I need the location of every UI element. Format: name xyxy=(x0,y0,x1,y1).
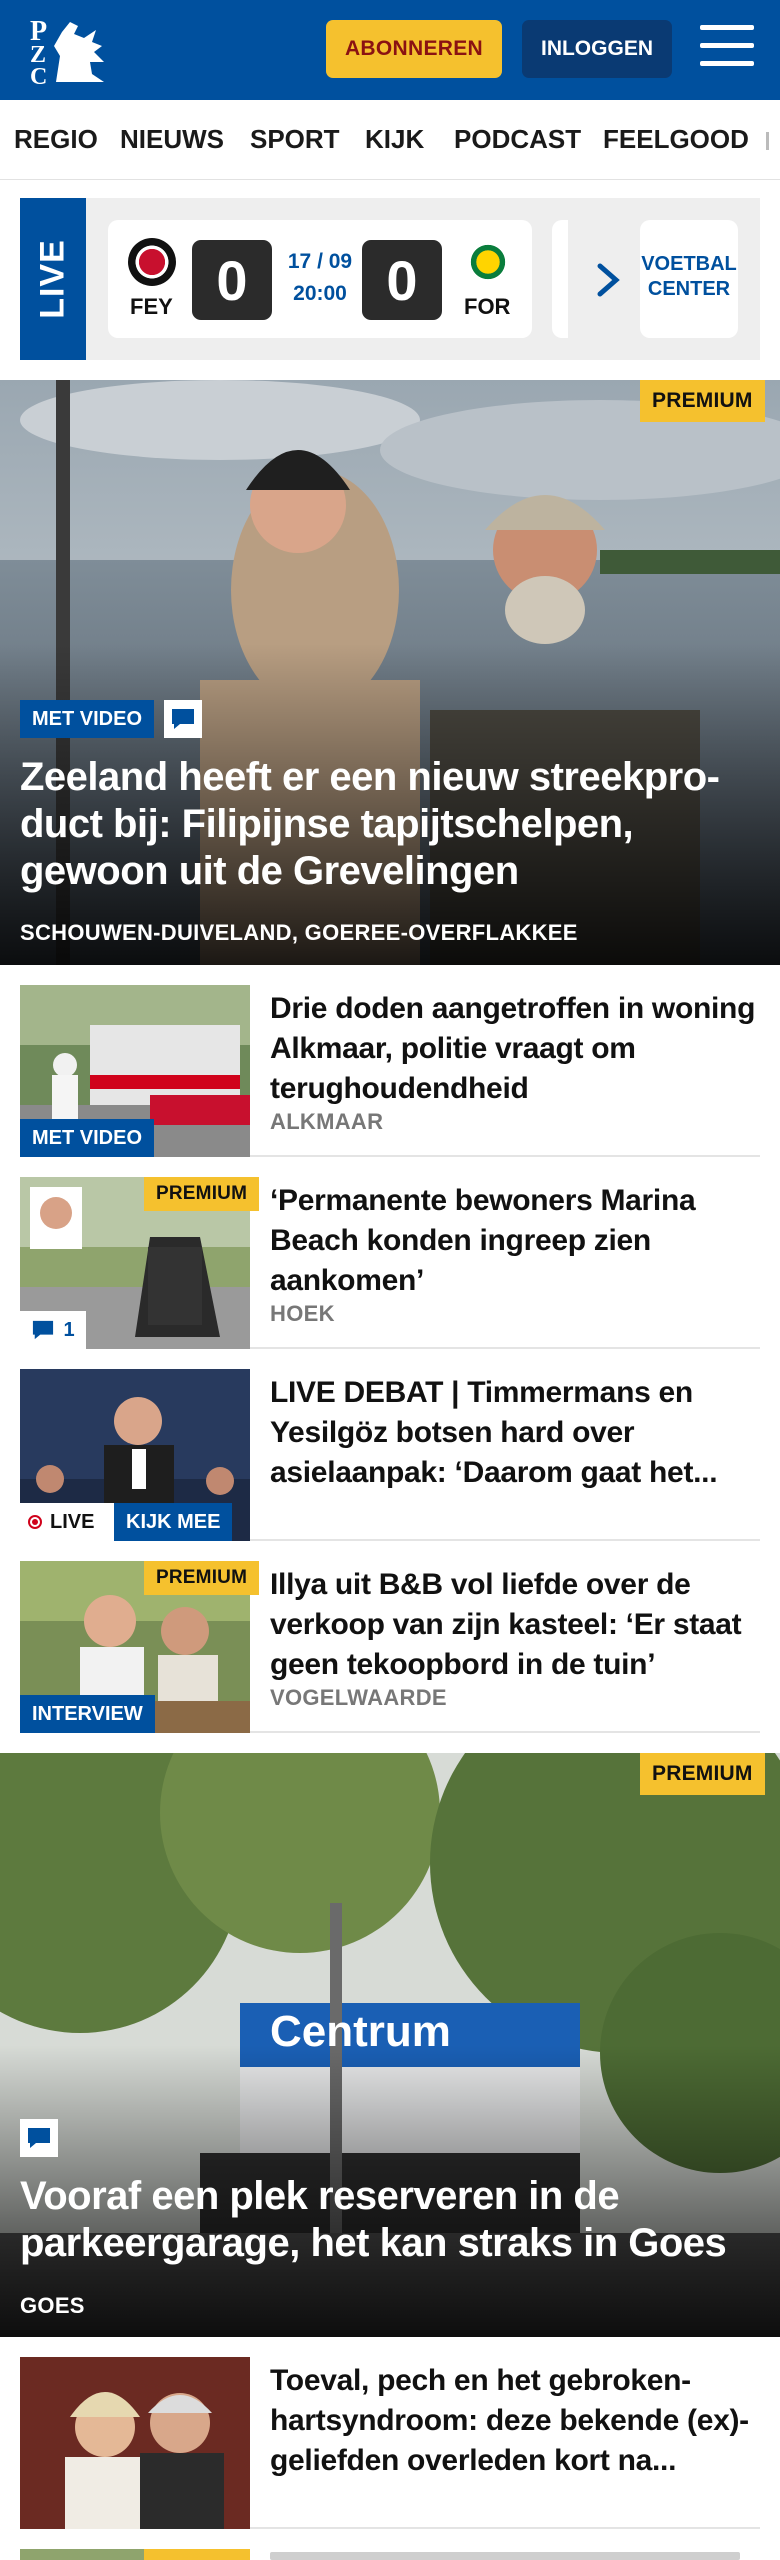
subscribe-button[interactable]: ABONNEREN xyxy=(326,20,502,78)
home-team-code: FEY xyxy=(130,294,173,319)
article-location: ALKMAAR xyxy=(270,1109,384,1134)
video-badge: MET VIDEO xyxy=(20,1119,155,1157)
article-location: VOGELWAARDE xyxy=(270,1685,447,1710)
feyenoord-crest-icon xyxy=(128,238,176,286)
hero-article-2[interactable]: Centrum PREMIUM Vooraf een plek reserver… xyxy=(0,1753,780,2337)
nav-item-podcast[interactable]: PODCAST xyxy=(454,124,581,155)
nav-item-feelgood[interactable]: FEELGOOD xyxy=(603,124,749,155)
section-nav: REGIO NIEUWS SPORT KIJK PODCAST FEELGOOD xyxy=(0,100,780,180)
fortuna-crest-icon xyxy=(464,238,512,286)
hero-location: GOES xyxy=(20,2293,85,2318)
svg-text:C: C xyxy=(30,64,47,88)
chevron-right-icon[interactable] xyxy=(588,258,628,302)
comment-icon xyxy=(164,700,202,738)
comment-icon xyxy=(20,2119,58,2157)
premium-badge: PREMIUM xyxy=(640,1753,765,1795)
premium-badge: PREMIUM xyxy=(144,1177,260,1211)
article-thumbnail xyxy=(20,2357,250,2529)
live-indicator-label: LIVE xyxy=(50,1510,95,1533)
premium-badge: PREMIUM xyxy=(640,380,765,422)
away-score: 0 xyxy=(362,240,442,320)
home-score: 0 xyxy=(192,240,272,320)
article-title[interactable]: Toeval, pech en het gebroken-hartsyndroo… xyxy=(270,2361,760,2481)
premium-badge-partial xyxy=(144,2549,250,2560)
match-time: 20:00 xyxy=(293,282,347,305)
voetbal-center-line2: CENTER xyxy=(647,278,731,300)
interview-badge: INTERVIEW xyxy=(20,1695,155,1733)
pzc-logo[interactable]: P Z C xyxy=(26,12,112,90)
article-title-partial xyxy=(270,2552,740,2560)
hero-location: SCHOUWEN-DUIVELAND, GOEREE-OVERFLAKKEE xyxy=(20,920,578,945)
away-team-code: FOR xyxy=(464,294,511,319)
live-label: LIVE xyxy=(20,198,86,360)
article-location: HOEK xyxy=(270,1301,335,1326)
article-row[interactable]: PREMIUM 1 ‘Permanente bewoners Marina Be… xyxy=(20,1177,760,1349)
menu-icon[interactable] xyxy=(700,25,754,71)
login-button[interactable]: INLOGGEN xyxy=(522,20,672,78)
comment-count: 1 xyxy=(20,1311,86,1349)
article-title[interactable]: Illya uit B&B vol liefde over de verkoop… xyxy=(270,1565,760,1685)
comment-icon xyxy=(33,1320,54,1340)
watch-button[interactable]: KIJK MEE xyxy=(114,1503,233,1541)
article-thumbnail-partial xyxy=(20,2549,250,2560)
nav-item-nieuws[interactable]: NIEUWS xyxy=(120,124,224,155)
hero-title[interactable]: Vooraf een plek reserveren in de parkeer… xyxy=(20,2173,760,2267)
live-dot-icon xyxy=(28,1515,42,1529)
voetbal-center-line1: VOETBAL xyxy=(641,253,737,275)
nav-divider xyxy=(766,132,769,150)
article-row[interactable]: Toeval, pech en het gebroken-hartsyndroo… xyxy=(20,2357,760,2529)
next-match-card-edge[interactable] xyxy=(552,220,568,338)
article-row[interactable]: PREMIUM INTERVIEW Illya uit B&B vol lief… xyxy=(20,1561,760,1733)
match-card[interactable]: FEY 0 17 / 09 20:00 0 FOR xyxy=(108,220,532,338)
hero-article[interactable]: PREMIUM MET VIDEO Zeeland heeft er een n… xyxy=(0,380,780,965)
voetbal-center-link[interactable]: VOETBAL CENTER xyxy=(640,220,738,338)
article-row[interactable]: LIVE KIJK MEE LIVE DEBAT | Timmermans en… xyxy=(20,1369,760,1541)
nav-item-regio[interactable]: REGIO xyxy=(14,124,98,155)
live-indicator: LIVE xyxy=(20,1503,114,1541)
article-title[interactable]: ‘Permanente bewoners Marina Beach konden… xyxy=(270,1181,760,1301)
centrum-sign: Centrum xyxy=(270,2007,451,2056)
site-header: P Z C ABONNEREN INLOGGEN xyxy=(0,0,780,100)
hero-title[interactable]: Zeeland heeft er een nieuw streekpro-duc… xyxy=(20,754,760,895)
match-datetime: 17 / 09 20:00 xyxy=(284,246,356,310)
nav-item-kijk[interactable]: KIJK xyxy=(365,124,424,155)
article-title[interactable]: LIVE DEBAT | Timmermans en Yesilgöz bots… xyxy=(270,1373,760,1493)
article-row[interactable]: MET VIDEO Drie doden aangetroffen in won… xyxy=(20,985,760,1157)
comment-count-value: 1 xyxy=(63,1318,75,1341)
article-title[interactable]: Drie doden aangetroffen in woning Alkmaa… xyxy=(270,989,760,1109)
video-badge: MET VIDEO xyxy=(20,700,155,738)
nav-item-sport[interactable]: SPORT xyxy=(250,124,340,155)
premium-badge: PREMIUM xyxy=(144,1561,260,1595)
match-date: 17 / 09 xyxy=(287,250,353,273)
